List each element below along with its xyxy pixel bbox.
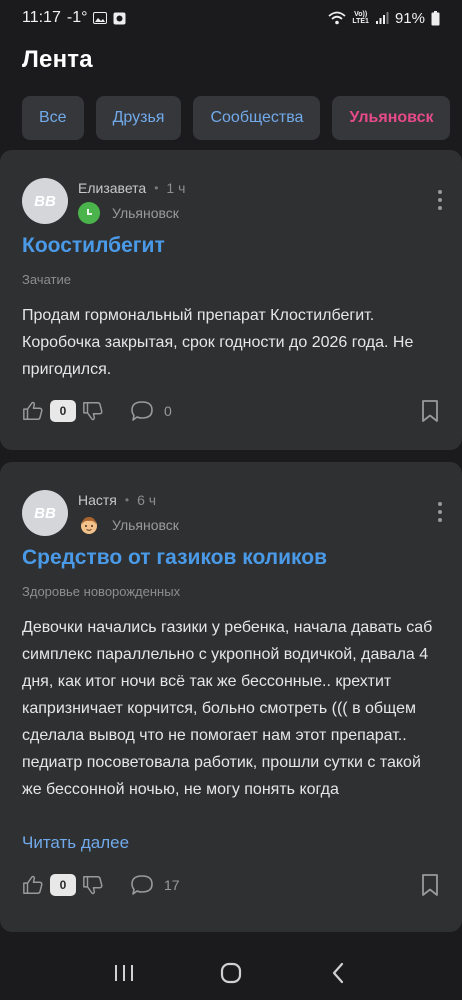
battery-icon (431, 10, 440, 26)
status-temperature: -1° (66, 9, 88, 26)
author-name[interactable]: Елизавета (78, 180, 146, 196)
child-emoji-icon (78, 514, 100, 536)
gallery-icon (93, 12, 108, 24)
comment-count: 17 (164, 877, 180, 893)
post-title[interactable]: Средство от газиков коликов (22, 546, 327, 570)
thumbs-down-icon[interactable] (82, 874, 104, 896)
post-body: Девочки начались газики у ребенка, начал… (22, 619, 433, 798)
lte-label: LTE1 (352, 18, 369, 25)
separator-dot: • (154, 181, 159, 195)
vo-label: Vo)) (354, 11, 368, 18)
clock-badge-icon (78, 202, 100, 224)
post-card[interactable]: BB Елизавета • 1 ч Ульяновск Коостилбеги… (0, 150, 462, 450)
battery-percent: 91% (394, 9, 425, 27)
more-vertical-icon[interactable] (438, 190, 442, 210)
home-icon[interactable] (211, 953, 251, 993)
post-time: 6 ч (137, 492, 157, 508)
feed-header: Лента (0, 36, 462, 88)
filter-tab-ulyanovsk[interactable]: Ульяновск (332, 96, 451, 140)
filter-tab-communities[interactable]: Сообщества (193, 96, 321, 140)
avatar[interactable]: BB (22, 490, 68, 536)
notification-icon (113, 12, 126, 25)
post-topic[interactable]: Здоровье новорожденных (22, 584, 180, 599)
avatar[interactable]: BB (22, 178, 68, 224)
thumbs-up-icon[interactable] (22, 400, 44, 422)
post-card[interactable]: BB Настя • 6 ч Ульяновск Средство от газ… (0, 462, 462, 932)
filter-tab-friends[interactable]: Друзья (95, 96, 182, 140)
more-vertical-icon[interactable] (438, 502, 442, 522)
post-actions: 0 0 (22, 396, 440, 426)
page-title: Лента (22, 46, 93, 73)
separator-dot: • (124, 493, 130, 507)
status-bar: 11:17 -1° Vo)) LTE1 91% (0, 0, 462, 36)
post-time: 1 ч (166, 180, 186, 196)
signal-icon (375, 11, 389, 25)
wifi-icon (328, 11, 346, 25)
post-author: BB Настя • 6 ч Ульяновск (22, 490, 179, 536)
like-count: 0 (50, 874, 76, 896)
comment-icon[interactable] (130, 874, 154, 896)
post-author: BB Елизавета • 1 ч Ульяновск (22, 178, 185, 224)
post-actions: 0 17 (22, 870, 440, 900)
bookmark-icon[interactable] (420, 873, 440, 897)
comment-icon[interactable] (130, 400, 154, 422)
lte-indicator: Vo)) LTE1 (352, 11, 369, 25)
post-topic[interactable]: Зачатие (22, 272, 71, 287)
system-nav-bar (0, 946, 462, 1000)
post-title[interactable]: Коостилбегит (22, 234, 165, 258)
author-name[interactable]: Настя (78, 492, 117, 508)
thumbs-down-icon[interactable] (82, 400, 104, 422)
post-location: Ульяновск (112, 205, 179, 221)
back-icon[interactable] (318, 953, 358, 993)
status-time: 11:17 (22, 9, 61, 26)
post-body: Продам гормональный препарат Клостилбеги… (22, 307, 414, 378)
thumbs-up-icon[interactable] (22, 874, 44, 896)
filter-tab-all[interactable]: Все (22, 96, 84, 140)
read-more-link[interactable]: Читать далее (22, 833, 129, 853)
filter-tabs: Все Друзья Сообщества Ульяновск (0, 88, 462, 152)
comment-count: 0 (164, 403, 172, 419)
like-count: 0 (50, 400, 76, 422)
bookmark-icon[interactable] (420, 399, 440, 423)
recent-apps-icon[interactable] (104, 953, 144, 993)
post-location: Ульяновск (112, 517, 179, 533)
